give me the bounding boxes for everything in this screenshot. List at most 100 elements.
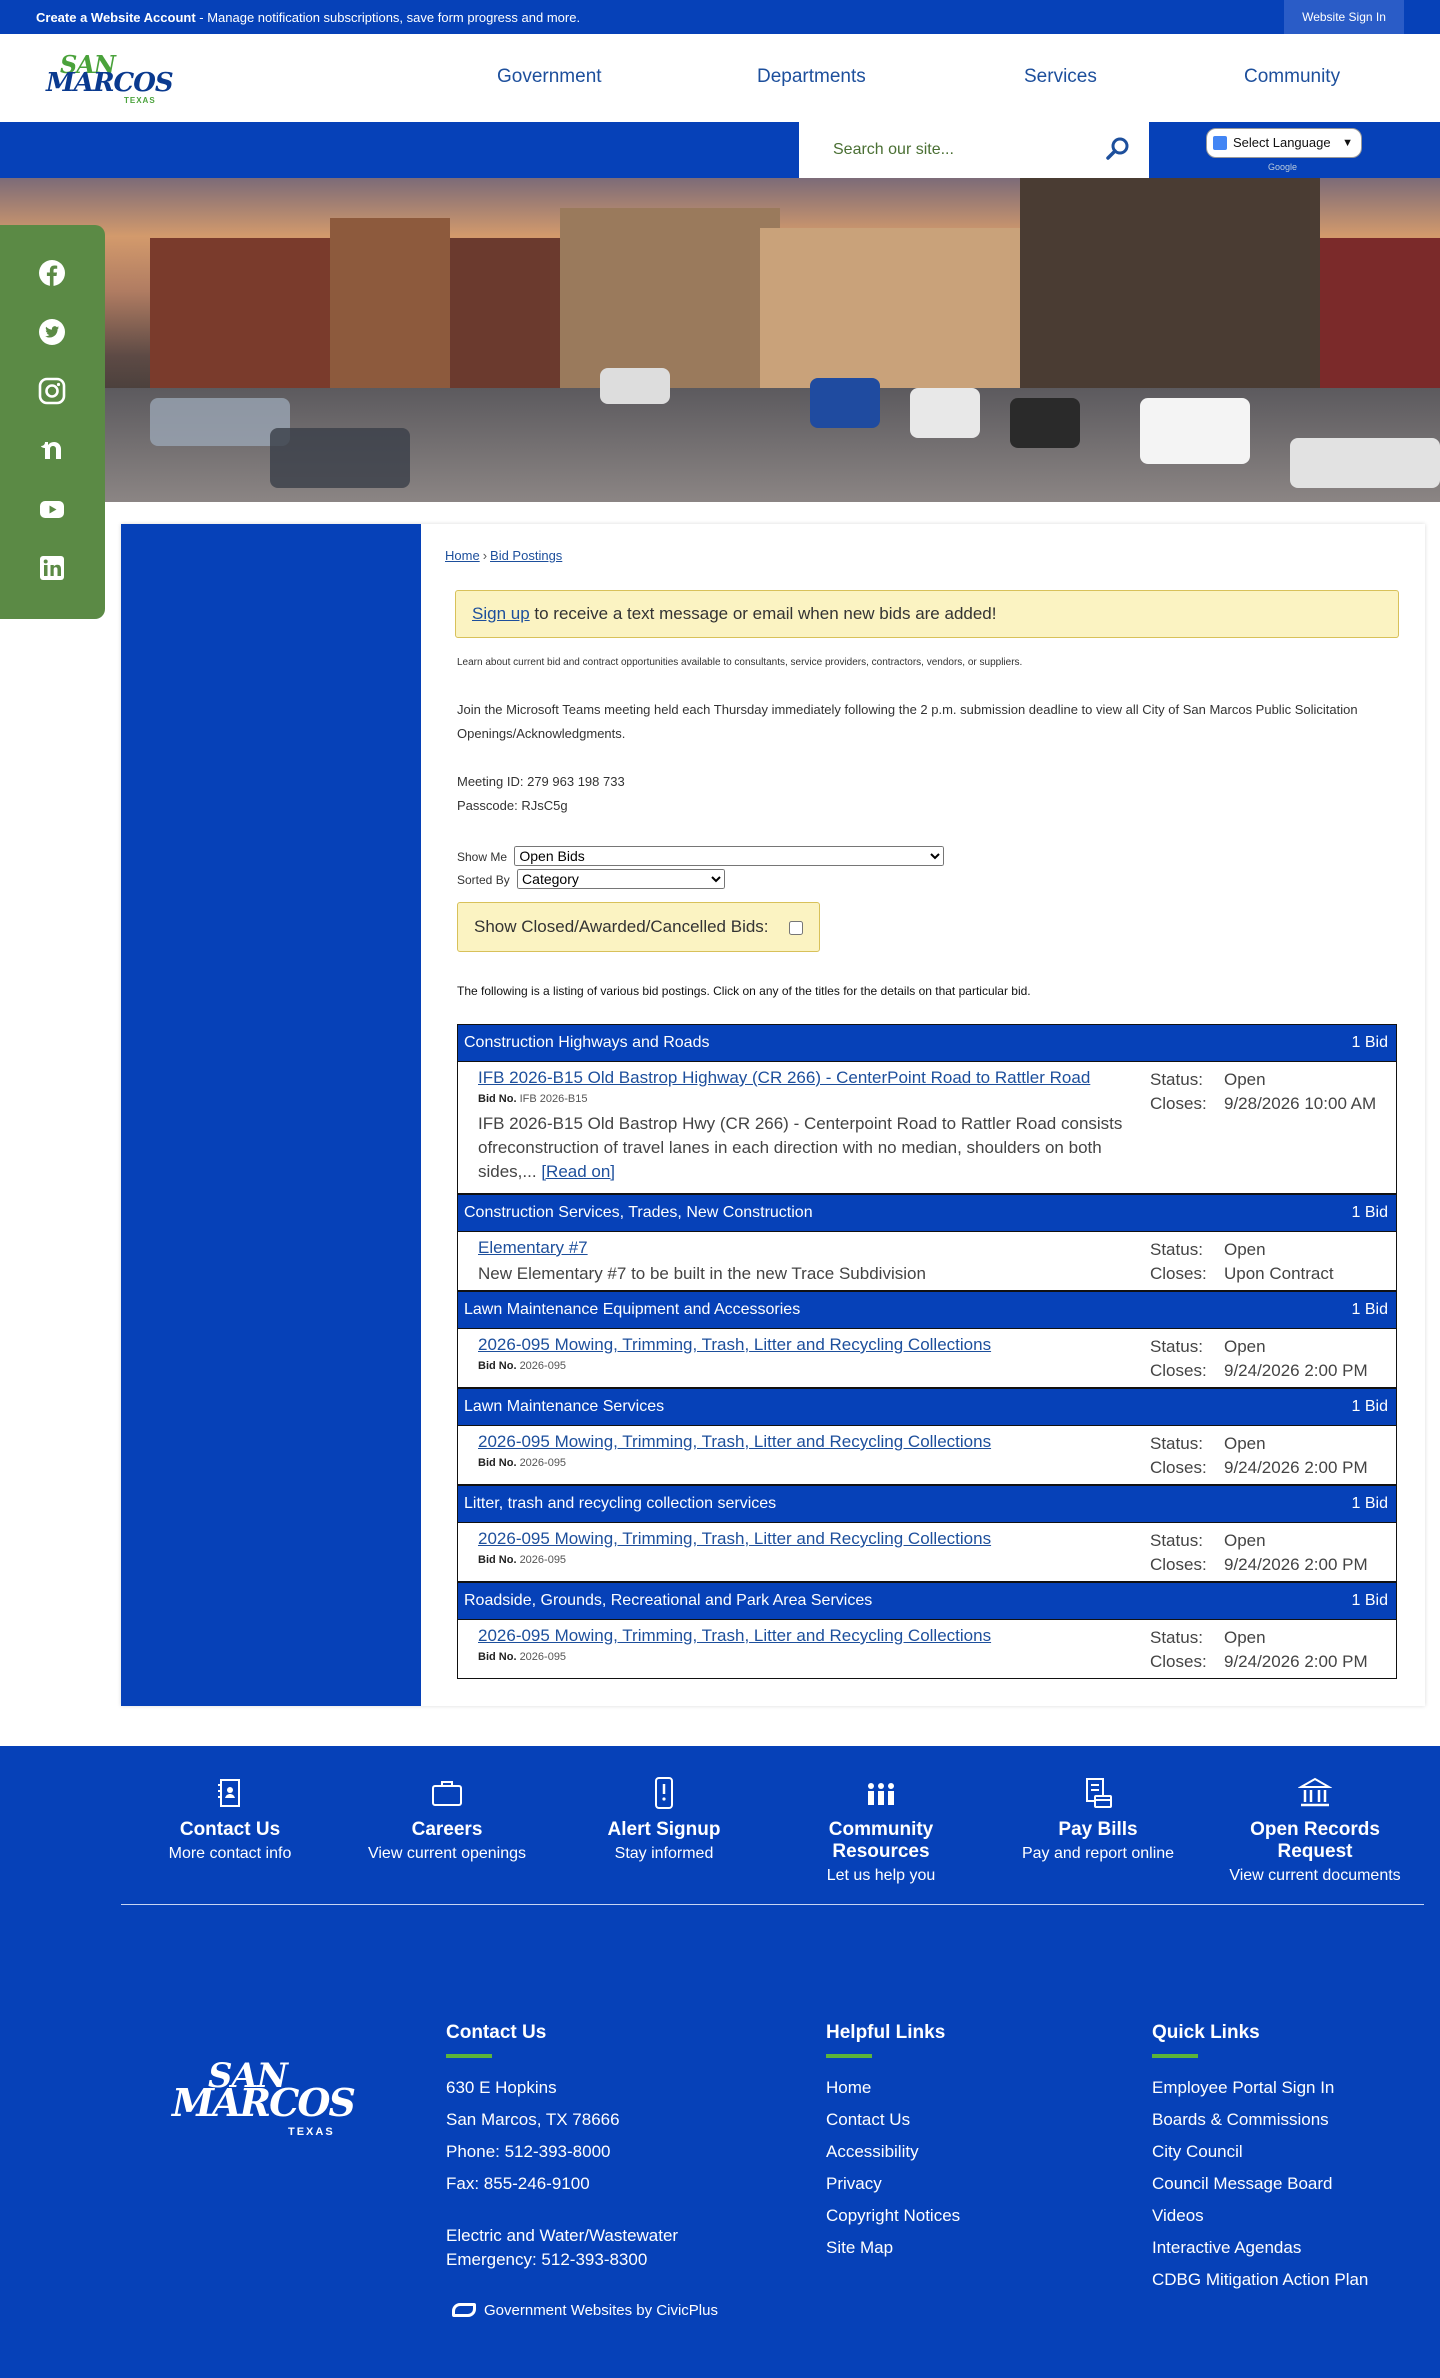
hero-car xyxy=(810,378,880,428)
instagram-icon[interactable] xyxy=(38,377,66,405)
bid-number-value: 2026-095 xyxy=(519,1360,567,1372)
contact-card-icon xyxy=(218,1779,240,1807)
hero-car xyxy=(910,388,980,438)
hero-building xyxy=(1020,178,1320,398)
footer-link-accessibility[interactable]: Accessibility xyxy=(826,2142,919,2161)
site-logo[interactable]: SAN MARCOS TEXAS xyxy=(46,50,174,106)
footer-helpful-heading: Helpful Links xyxy=(826,2022,946,2043)
heading-underline xyxy=(446,2054,492,2058)
closes-value: 9/24/2026 2:00 PM xyxy=(1224,1555,1368,1574)
bid-status-values: Open 9/24/2026 2:00 PM xyxy=(1224,1335,1394,1383)
facebook-icon[interactable] xyxy=(38,259,66,287)
bid-number-label: Bid No. xyxy=(478,1093,517,1105)
footer-link-employee-portal[interactable]: Employee Portal Sign In xyxy=(1152,2078,1334,2097)
civicplus-credit[interactable]: Government Websites by CivicPlus xyxy=(452,2302,718,2319)
hero-car xyxy=(150,398,290,446)
quick-link-subtitle: More contact info xyxy=(168,1845,292,1862)
show-closed-checkbox[interactable] xyxy=(789,921,803,935)
bill-icon xyxy=(1086,1778,1112,1808)
bid-status-labels: Status: Closes: xyxy=(1150,1335,1207,1383)
nav-services[interactable]: Services xyxy=(1024,66,1097,88)
search-icon[interactable] xyxy=(1105,136,1131,162)
bid-title-link[interactable]: 2026-095 Mowing, Trimming, Trash, Litter… xyxy=(478,1432,991,1452)
footer-link-privacy[interactable]: Privacy xyxy=(826,2174,882,2193)
bid-row: 2026-095 Mowing, Trimming, Trash, Litter… xyxy=(457,1329,1397,1388)
quick-link-title: Open Records Request xyxy=(1250,1819,1380,1862)
sorted-by-filter: Sorted By Category xyxy=(457,869,726,889)
nav-government[interactable]: Government xyxy=(497,66,602,88)
breadcrumb: Home › Bid Postings xyxy=(445,548,562,563)
nav-departments[interactable]: Departments xyxy=(757,66,866,88)
youtube-icon[interactable] xyxy=(38,495,66,523)
bid-title-link[interactable]: IFB 2026-B15 Old Bastrop Highway (CR 266… xyxy=(478,1068,1090,1088)
site-header: SAN MARCOS TEXAS Government Departments … xyxy=(0,34,1440,122)
footer-contact-heading: Contact Us xyxy=(446,2022,547,2043)
bid-status-labels: Status: Closes: xyxy=(1150,1238,1207,1286)
search-input[interactable] xyxy=(833,136,1093,164)
category-header: Lawn Maintenance Services 1 Bid xyxy=(457,1388,1397,1426)
bid-number: Bid No. 2026-095 xyxy=(478,1554,566,1566)
footer-link-copyright[interactable]: Copyright Notices xyxy=(826,2206,960,2225)
hero-building xyxy=(450,238,560,398)
bid-title-link[interactable]: 2026-095 Mowing, Trimming, Trash, Litter… xyxy=(478,1529,991,1549)
quick-link-contact-us[interactable]: Contact Us More contact info xyxy=(130,1776,330,1863)
nextdoor-icon[interactable] xyxy=(38,436,66,464)
show-me-select[interactable]: Open Bids xyxy=(514,846,945,866)
quick-link-open-records[interactable]: Open Records Request View current docume… xyxy=(1215,1776,1415,1885)
quick-link-community-resources[interactable]: Community Resources Let us help you xyxy=(781,1776,981,1885)
category-name: Lawn Maintenance Equipment and Accessori… xyxy=(464,1301,801,1318)
quick-link-title: Pay Bills xyxy=(1058,1819,1138,1840)
footer-logo-line-3: TEXAS xyxy=(288,2126,335,2138)
quick-link-title: Alert Signup xyxy=(607,1819,721,1840)
hero-car xyxy=(1140,398,1250,464)
top-bar: Create a Website Account - Manage notifi… xyxy=(0,0,1440,34)
footer-link-site-map[interactable]: Site Map xyxy=(826,2238,893,2257)
category-count: 1 Bid xyxy=(1351,1034,1388,1051)
footer-link-videos[interactable]: Videos xyxy=(1152,2206,1204,2225)
quick-link-pay-bills[interactable]: Pay Bills Pay and report online xyxy=(998,1776,1198,1863)
read-on-link[interactable]: [Read on] xyxy=(541,1162,615,1181)
quick-link-title: Careers xyxy=(411,1819,483,1840)
bid-number-label: Bid No. xyxy=(478,1360,517,1372)
footer-link-message-board[interactable]: Council Message Board xyxy=(1152,2174,1332,2193)
signup-text: to receive a text message or email when … xyxy=(529,604,997,623)
show-closed-label: Show Closed/Awarded/Cancelled Bids: xyxy=(474,917,769,936)
bid-title-link[interactable]: Elementary #7 xyxy=(478,1238,588,1258)
footer-link-agendas[interactable]: Interactive Agendas xyxy=(1152,2238,1301,2257)
linkedin-icon[interactable] xyxy=(38,554,66,582)
bid-number-value: IFB 2026-B15 xyxy=(519,1093,588,1105)
quick-link-careers[interactable]: Careers View current openings xyxy=(347,1776,547,1863)
breadcrumb-bid-postings[interactable]: Bid Postings xyxy=(490,548,562,563)
status-label: Status: xyxy=(1150,1240,1203,1259)
footer-link-cdbg[interactable]: CDBG Mitigation Action Plan xyxy=(1152,2270,1368,2289)
language-select[interactable]: Select Language ▼ xyxy=(1206,128,1362,158)
footer-emergency-1: Electric and Water/Wastewater xyxy=(446,2226,679,2245)
sorted-by-select[interactable]: Category xyxy=(517,869,726,889)
logo-line-3: TEXAS xyxy=(124,96,156,105)
hero-building xyxy=(560,208,780,398)
footer-logo[interactable]: SAN MARCOS TEXAS xyxy=(172,2056,356,2146)
website-sign-in-button[interactable]: Website Sign In xyxy=(1284,0,1404,34)
status-label: Status: xyxy=(1150,1434,1203,1453)
bid-title-link[interactable]: 2026-095 Mowing, Trimming, Trash, Litter… xyxy=(478,1335,991,1355)
quick-link-alert-signup[interactable]: Alert Signup Stay informed xyxy=(564,1776,764,1863)
nav-community[interactable]: Community xyxy=(1244,66,1340,88)
bid-status-labels: Status: Closes: xyxy=(1150,1068,1207,1116)
bid-title-link[interactable]: 2026-095 Mowing, Trimming, Trash, Litter… xyxy=(478,1626,991,1646)
footer-link-boards[interactable]: Boards & Commissions xyxy=(1152,2110,1329,2129)
category-name: Roadside, Grounds, Recreational and Park… xyxy=(464,1592,873,1609)
signup-link[interactable]: Sign up xyxy=(472,604,530,623)
closes-value: 9/24/2026 2:00 PM xyxy=(1224,1652,1368,1671)
twitter-icon[interactable] xyxy=(38,318,66,346)
breadcrumb-home[interactable]: Home xyxy=(445,548,480,563)
bid-status-values: Open 9/24/2026 2:00 PM xyxy=(1224,1529,1394,1577)
hero-building xyxy=(330,218,450,398)
footer-link-city-council[interactable]: City Council xyxy=(1152,2142,1243,2161)
social-links xyxy=(0,225,105,619)
footer-link-contact-us[interactable]: Contact Us xyxy=(826,2110,910,2129)
footer-address-2: San Marcos, TX 78666 xyxy=(446,2110,620,2129)
footer-link-home[interactable]: Home xyxy=(826,2078,871,2097)
status-value: Open xyxy=(1224,1070,1266,1089)
category-header: Lawn Maintenance Equipment and Accessori… xyxy=(457,1291,1397,1329)
create-account-link[interactable]: Create a Website Account xyxy=(36,10,196,25)
